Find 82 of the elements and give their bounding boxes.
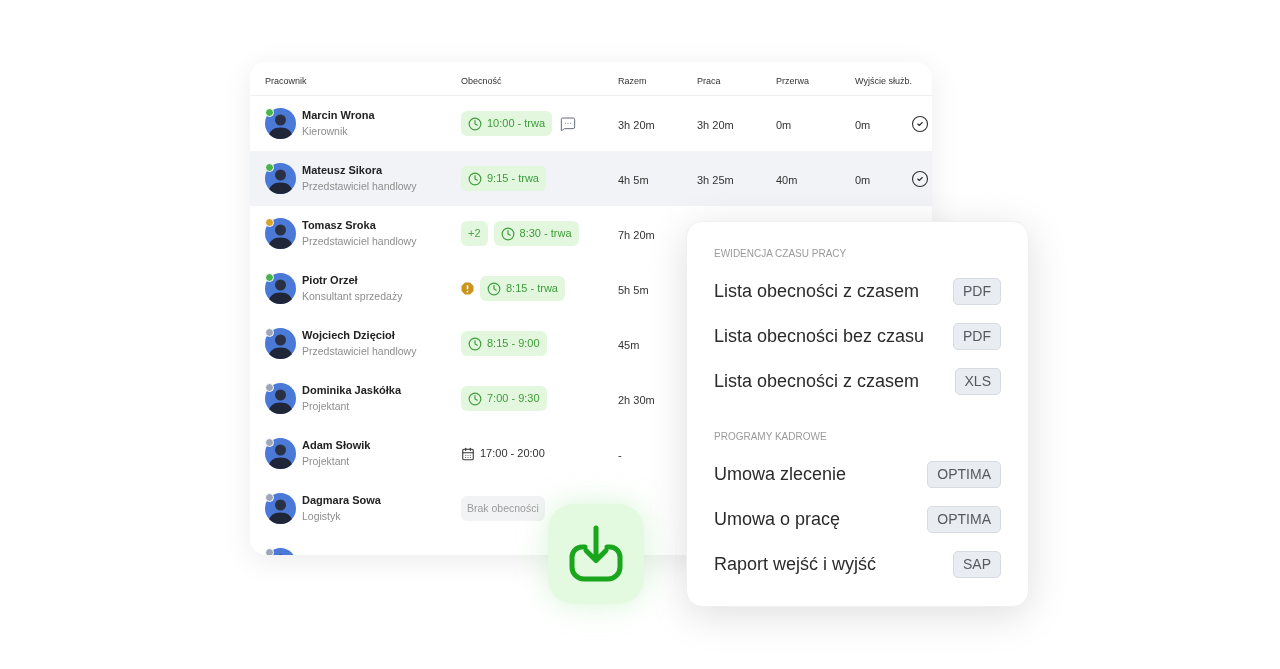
attendance-time: 8:30 - trwa [519, 226, 572, 242]
format-button[interactable]: OPTIMA [927, 461, 1001, 488]
avatar-icon [265, 218, 296, 249]
attendance-time: 8:15 - trwa [506, 281, 558, 297]
report-label: Umowa o pracę [714, 508, 841, 531]
table-cell: 4h 5m [618, 173, 649, 186]
clock-icon [468, 336, 482, 351]
check-circle-icon[interactable] [911, 169, 929, 188]
clock-icon [500, 226, 515, 241]
report-label: Lista obecności z czasem [714, 280, 920, 303]
attendance-time: 7:00 - 9:30 [487, 391, 540, 407]
table-cell: 5h 5m [618, 283, 649, 296]
avatar-icon [265, 438, 296, 469]
report-label: Umowa zlecenie [714, 463, 847, 486]
column-header: Praca [697, 75, 721, 86]
format-button[interactable]: SAP [953, 551, 1001, 578]
employee-role: Przedstawiciel handlowy [302, 345, 417, 358]
table-row[interactable]: Dagmara Sowa Logistyk Brak obecności [250, 481, 547, 536]
clock-icon [468, 171, 482, 186]
table-cell: 2h 30m [618, 393, 655, 406]
avatar-icon [265, 163, 296, 194]
employee-name: Wojciech Dzięcioł [302, 329, 396, 342]
section-heading: EWIDENCJA CZASU PRACY [714, 248, 848, 260]
employee-name: Marcin Wrona [302, 109, 375, 122]
column-header: Pracownik [265, 75, 307, 86]
report-label: Lista obecności z czasem [714, 370, 920, 393]
calendar-icon [461, 446, 475, 461]
report-label: Lista obecności bez czasu [714, 325, 925, 348]
table-cell: - [618, 448, 622, 461]
employee-role: Konsultant sprzedaży [302, 290, 403, 303]
format-button[interactable]: XLS [954, 368, 1001, 395]
employee-role: Kierownik [302, 125, 349, 138]
section-heading: PROGRAMY KADROWE [714, 431, 828, 443]
column-header: Razem [618, 75, 647, 86]
avatar-icon [265, 273, 296, 304]
table-cell: 3h 20m [697, 118, 734, 131]
table-row[interactable]: Mateusz Sikora Przedstawiciel handlowy 9:15 - trwa 4h 5m 3h 25m 40m 0m [250, 151, 932, 206]
format-button[interactable]: PDF [953, 278, 1001, 305]
employee-role: Logistyk [302, 510, 342, 523]
table-cell: 7h 20m [618, 228, 655, 241]
employee-role: Przedstawiciel handlowy [302, 235, 417, 248]
check-circle-icon[interactable] [911, 114, 929, 133]
avatar-icon [265, 493, 296, 524]
employee-name: Tomasz Sroka [302, 219, 377, 232]
clock-icon [468, 391, 482, 406]
table-row[interactable]: Marcin Wrona Kierownik 10:00 - trwa 3h 20m 3h 20m 0m 0m [250, 96, 932, 151]
employee-role: Projektant [302, 400, 351, 413]
download-icon [567, 525, 625, 583]
attendance-time: 8:15 - 9:00 [487, 336, 540, 352]
table-cell: 3h 25m [697, 173, 734, 186]
employee-role: Przedstawiciel handlowy [302, 180, 417, 193]
planned-time: 17:00 - 20:00 [480, 446, 545, 462]
warning-icon [461, 282, 474, 295]
extra-entries-tag: +2 [461, 221, 488, 246]
table-cell: 0m [855, 118, 871, 131]
avatar-icon [265, 328, 296, 359]
clock-icon [468, 116, 482, 131]
employee-name: Adam Słowik [302, 439, 371, 452]
table-cell: 45m [618, 338, 640, 351]
employee-name: Dominika Jaskółka [302, 384, 402, 397]
employee-name: Piotr Orzeł [302, 274, 359, 287]
attendance-time: 10:00 - trwa [487, 116, 546, 132]
format-button[interactable]: OPTIMA [927, 506, 1001, 533]
format-button[interactable]: PDF [953, 323, 1001, 350]
report-label: Raport wejść i wyjść [714, 553, 877, 576]
no-attendance-tag: Brak obecności [461, 496, 545, 521]
column-header: Obecność [461, 75, 502, 86]
table-cell: 0m [776, 118, 792, 131]
column-header: Wyjście służb. [855, 75, 912, 86]
download-button[interactable] [548, 504, 644, 604]
attendance-time: 9:15 - trwa [487, 171, 539, 187]
table-cell: 0m [855, 173, 871, 186]
table-cell: 40m [776, 173, 798, 186]
comment-icon[interactable] [560, 115, 577, 132]
avatar-icon [265, 108, 296, 139]
table-cell: 3h 20m [618, 118, 655, 131]
employee-name: Mateusz Sikora [302, 164, 384, 177]
clock-icon [487, 281, 501, 296]
employee-role: Projektant [302, 455, 351, 468]
avatar-icon [265, 383, 296, 414]
column-header: Przerwa [776, 75, 809, 86]
employee-name: Dagmara Sowa [302, 494, 381, 507]
